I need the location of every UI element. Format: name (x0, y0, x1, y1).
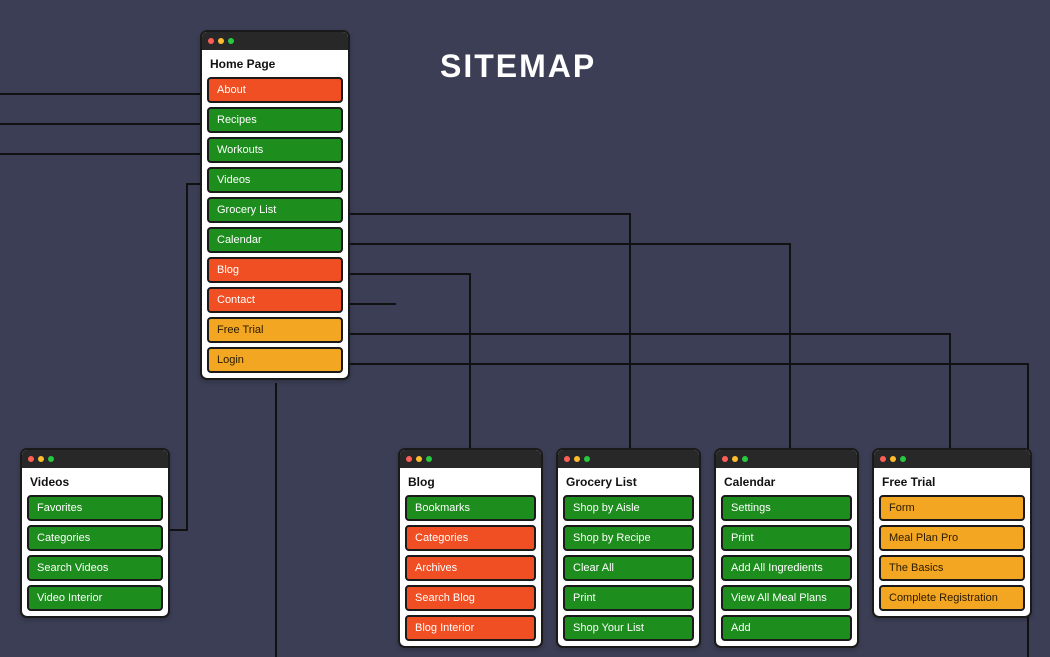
window-titlebar (874, 450, 1030, 468)
traffic-light-close-icon (564, 456, 570, 462)
nav-item-categories[interactable]: Categories (27, 525, 163, 551)
traffic-light-zoom-icon (742, 456, 748, 462)
traffic-light-minimize-icon (732, 456, 738, 462)
nav-item-search-blog[interactable]: Search Blog (405, 585, 536, 611)
traffic-light-zoom-icon (900, 456, 906, 462)
traffic-light-minimize-icon (38, 456, 44, 462)
nav-item-add[interactable]: Add (721, 615, 852, 641)
nav-item-workouts[interactable]: Workouts (207, 137, 343, 163)
traffic-light-close-icon (880, 456, 886, 462)
nav-item-video-interior[interactable]: Video Interior (27, 585, 163, 611)
nav-item-grocery-list[interactable]: Grocery List (207, 197, 343, 223)
card-videos: Videos Favorites Categories Search Video… (20, 448, 170, 618)
nav-item-settings[interactable]: Settings (721, 495, 852, 521)
nav-item-clear-all[interactable]: Clear All (563, 555, 694, 581)
nav-item-shop-recipe[interactable]: Shop by Recipe (563, 525, 694, 551)
traffic-light-close-icon (208, 38, 214, 44)
window-titlebar (202, 32, 348, 50)
nav-item-about[interactable]: About (207, 77, 343, 103)
card-body: About Recipes Workouts Videos Grocery Li… (202, 77, 348, 378)
traffic-light-zoom-icon (584, 456, 590, 462)
nav-item-free-trial[interactable]: Free Trial (207, 317, 343, 343)
traffic-light-zoom-icon (228, 38, 234, 44)
nav-item-bookmarks[interactable]: Bookmarks (405, 495, 536, 521)
card-body: Shop by Aisle Shop by Recipe Clear All P… (558, 495, 699, 646)
card-calendar: Calendar Settings Print Add All Ingredie… (714, 448, 859, 648)
page-title: SITEMAP (440, 48, 596, 85)
card-header: Grocery List (558, 468, 699, 495)
nav-item-blog-interior[interactable]: Blog Interior (405, 615, 536, 641)
window-titlebar (22, 450, 168, 468)
traffic-light-zoom-icon (426, 456, 432, 462)
traffic-light-minimize-icon (218, 38, 224, 44)
card-body: Favorites Categories Search Videos Video… (22, 495, 168, 616)
traffic-light-close-icon (722, 456, 728, 462)
nav-item-calendar[interactable]: Calendar (207, 227, 343, 253)
nav-item-categories[interactable]: Categories (405, 525, 536, 551)
nav-item-form[interactable]: Form (879, 495, 1025, 521)
nav-item-view-meal-plans[interactable]: View All Meal Plans (721, 585, 852, 611)
nav-item-contact[interactable]: Contact (207, 287, 343, 313)
card-body: Form Meal Plan Pro The Basics Complete R… (874, 495, 1030, 616)
nav-item-shop-aisle[interactable]: Shop by Aisle (563, 495, 694, 521)
window-titlebar (558, 450, 699, 468)
nav-item-search-videos[interactable]: Search Videos (27, 555, 163, 581)
traffic-light-minimize-icon (574, 456, 580, 462)
traffic-light-zoom-icon (48, 456, 54, 462)
nav-item-shop-list[interactable]: Shop Your List (563, 615, 694, 641)
nav-item-login[interactable]: Login (207, 347, 343, 373)
nav-item-recipes[interactable]: Recipes (207, 107, 343, 133)
nav-item-print[interactable]: Print (721, 525, 852, 551)
nav-item-complete-registration[interactable]: Complete Registration (879, 585, 1025, 611)
card-body: Settings Print Add All Ingredients View … (716, 495, 857, 646)
nav-item-blog[interactable]: Blog (207, 257, 343, 283)
card-header: Calendar (716, 468, 857, 495)
nav-item-videos[interactable]: Videos (207, 167, 343, 193)
card-body: Bookmarks Categories Archives Search Blo… (400, 495, 541, 646)
card-blog: Blog Bookmarks Categories Archives Searc… (398, 448, 543, 648)
window-titlebar (400, 450, 541, 468)
nav-item-the-basics[interactable]: The Basics (879, 555, 1025, 581)
traffic-light-minimize-icon (890, 456, 896, 462)
traffic-light-close-icon (28, 456, 34, 462)
card-header: Blog (400, 468, 541, 495)
nav-item-add-ingredients[interactable]: Add All Ingredients (721, 555, 852, 581)
nav-item-archives[interactable]: Archives (405, 555, 536, 581)
card-grocery: Grocery List Shop by Aisle Shop by Recip… (556, 448, 701, 648)
window-titlebar (716, 450, 857, 468)
card-header: Home Page (202, 50, 348, 77)
card-header: Free Trial (874, 468, 1030, 495)
card-home: Home Page About Recipes Workouts Videos … (200, 30, 350, 380)
nav-item-favorites[interactable]: Favorites (27, 495, 163, 521)
traffic-light-minimize-icon (416, 456, 422, 462)
card-header: Videos (22, 468, 168, 495)
card-free-trial: Free Trial Form Meal Plan Pro The Basics… (872, 448, 1032, 618)
nav-item-meal-plan-pro[interactable]: Meal Plan Pro (879, 525, 1025, 551)
traffic-light-close-icon (406, 456, 412, 462)
nav-item-print[interactable]: Print (563, 585, 694, 611)
